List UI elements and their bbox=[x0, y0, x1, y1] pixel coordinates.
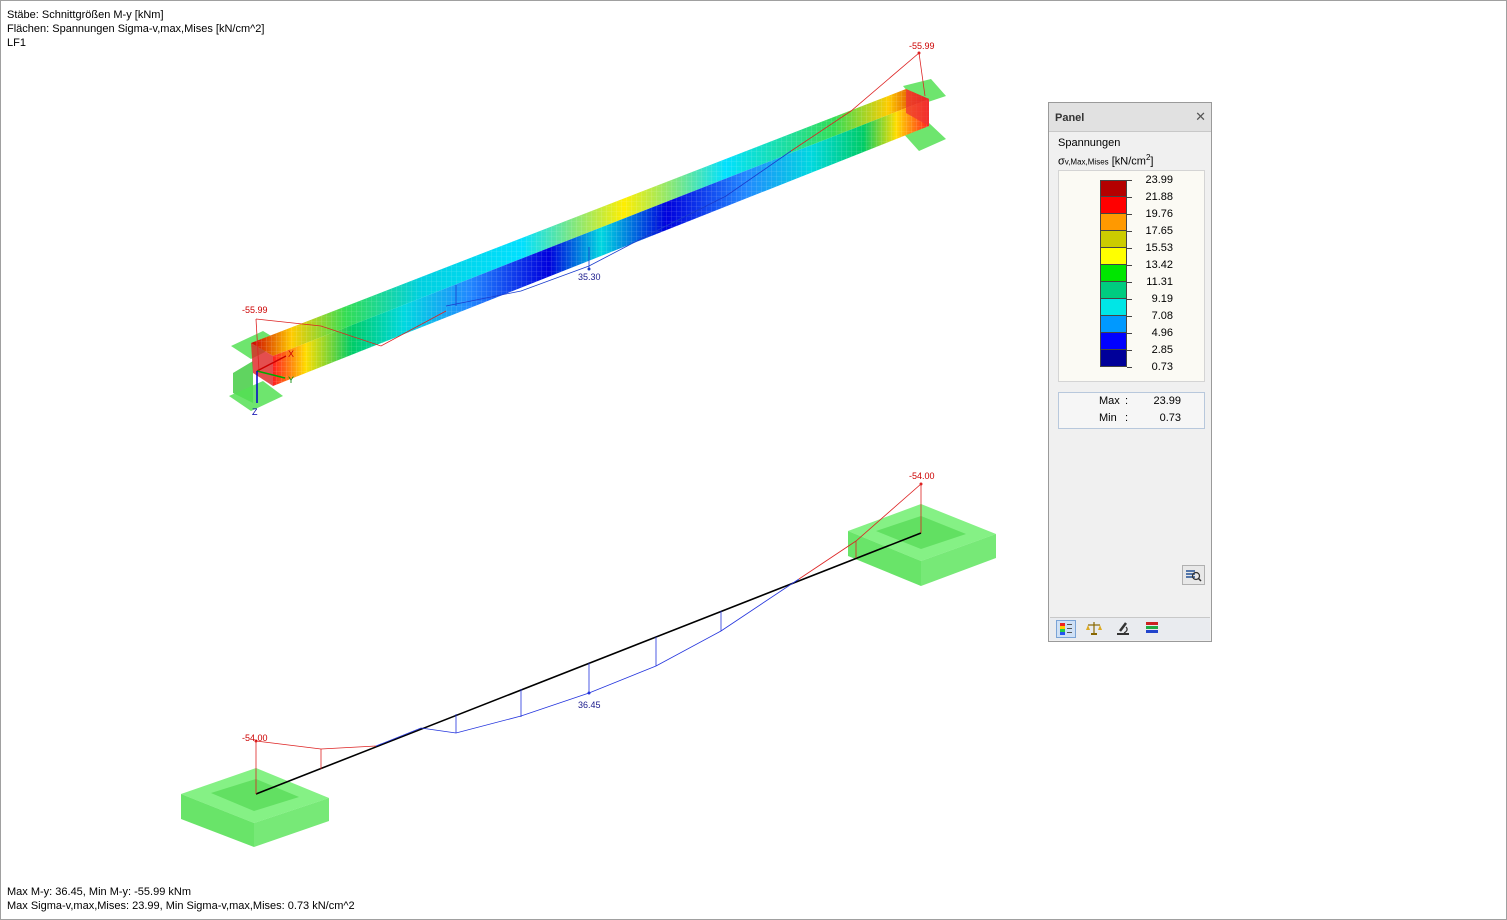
unit-close: ] bbox=[1150, 155, 1154, 168]
microscope-icon bbox=[1117, 622, 1129, 635]
label-bottom-right-moment: -54.00 bbox=[909, 471, 935, 481]
legend-swatch-column bbox=[1100, 180, 1127, 367]
legend-tick bbox=[1127, 214, 1132, 215]
result-info-footer: Max M-y: 36.45, Min M-y: -55.99 kNm Max … bbox=[7, 885, 355, 913]
legend-swatch bbox=[1100, 265, 1127, 282]
axis-y-label: Y bbox=[288, 375, 294, 385]
min-row: Min : 0.73 bbox=[1059, 412, 1206, 429]
balance-icon bbox=[1086, 622, 1102, 635]
sigma-symbol: σ bbox=[1058, 155, 1065, 168]
legend-swatch bbox=[1100, 299, 1127, 316]
min-max-box: Max : 23.99 Min : 0.73 bbox=[1058, 392, 1205, 429]
max-label: Max bbox=[1099, 395, 1120, 407]
layers-button[interactable] bbox=[1143, 620, 1163, 638]
min-colon: : bbox=[1125, 412, 1129, 424]
legend-value: 19.76 bbox=[1145, 208, 1173, 220]
legend-tick bbox=[1127, 299, 1132, 300]
legend-tick bbox=[1127, 248, 1132, 249]
legend-swatch bbox=[1100, 180, 1127, 197]
legend-swatch bbox=[1100, 197, 1127, 214]
info-max-min-stress: Max Sigma-v,max,Mises: 23.99, Min Sigma-… bbox=[7, 900, 355, 912]
balance-button[interactable] bbox=[1085, 620, 1105, 638]
legend-swatch bbox=[1100, 316, 1127, 333]
legend-value: 9.19 bbox=[1151, 293, 1173, 305]
microscope-button[interactable] bbox=[1114, 620, 1134, 638]
panel-unit-label: σv,Max,Mises [kN/cm2] bbox=[1058, 153, 1153, 168]
zoom-legend-button[interactable] bbox=[1182, 565, 1205, 585]
legend-value: 11.31 bbox=[1146, 276, 1173, 288]
legend-value: 7.08 bbox=[1151, 310, 1173, 322]
color-scale-button[interactable] bbox=[1056, 620, 1076, 638]
legend-value: 17.65 bbox=[1145, 225, 1173, 237]
legend-tick bbox=[1127, 367, 1132, 368]
min-value: 0.73 bbox=[1159, 412, 1181, 424]
panel-section-label: Spannungen bbox=[1058, 137, 1121, 149]
max-value: 23.99 bbox=[1153, 395, 1181, 407]
legend-swatch bbox=[1100, 248, 1127, 265]
legend-swatch bbox=[1100, 333, 1127, 350]
info-max-min-moment: Max M-y: 36.45, Min M-y: -55.99 kNm bbox=[7, 886, 191, 898]
legend-value: 4.96 bbox=[1151, 327, 1173, 339]
moment-diagram-red-left bbox=[255, 740, 377, 750]
panel-titlebar[interactable]: Panel ✕ bbox=[1049, 103, 1211, 132]
model-viewport[interactable]: Stäbe: Schnittgrößen M-y [kNm] Flächen: … bbox=[0, 0, 1507, 920]
legend-value: 13.42 bbox=[1145, 259, 1173, 271]
legend-value: 15.53 bbox=[1145, 242, 1173, 254]
legend-swatch bbox=[1100, 350, 1127, 367]
results-panel[interactable]: Panel ✕ Spannungen σv,Max,Mises [kN/cm2]… bbox=[1048, 102, 1212, 642]
color-scale-icon bbox=[1060, 623, 1072, 635]
bottom-line-model[interactable]: -54.00 -54.00 36.45 bbox=[181, 471, 996, 847]
min-label: Min bbox=[1099, 412, 1117, 424]
legend-tick bbox=[1127, 180, 1132, 181]
legend-tick bbox=[1127, 350, 1132, 351]
legend-tick bbox=[1127, 333, 1132, 334]
label-bottom-left-moment: -54.00 bbox=[242, 733, 268, 743]
label-bottom-mid-moment: 36.45 bbox=[578, 700, 601, 710]
magnifier-icon bbox=[1186, 570, 1202, 582]
legend-tick bbox=[1127, 265, 1132, 266]
legend-tick bbox=[1127, 282, 1132, 283]
legend-tick bbox=[1127, 316, 1132, 317]
max-row: Max : 23.99 bbox=[1059, 395, 1206, 412]
label-top-right-moment: -55.99 bbox=[909, 41, 935, 51]
support-left-bottom bbox=[181, 768, 329, 847]
legend-value: 23.99 bbox=[1145, 174, 1173, 186]
legend-value: 21.88 bbox=[1145, 191, 1173, 203]
layers-icon bbox=[1146, 622, 1158, 633]
legend-swatch bbox=[1100, 231, 1127, 248]
legend-swatch bbox=[1100, 214, 1127, 231]
model-scene[interactable]: -55.99 -55.99 35.30 X Y Z -54.00 -54.00 … bbox=[1, 1, 1506, 919]
unit-text: [kN/cm bbox=[1111, 155, 1146, 168]
sigma-subscript: v,Max,Mises bbox=[1064, 157, 1109, 167]
panel-toolbar bbox=[1050, 617, 1210, 640]
max-colon: : bbox=[1125, 395, 1129, 407]
member-line[interactable] bbox=[255, 532, 922, 795]
color-legend: 23.99 21.88 19.76 17.65 15.53 13.42 11.31 9.19 7… bbox=[1058, 170, 1205, 382]
axis-z-label: Z bbox=[252, 407, 258, 417]
panel-title: Panel bbox=[1055, 112, 1085, 124]
legend-swatch bbox=[1100, 282, 1127, 299]
legend-value: 2.85 bbox=[1151, 344, 1173, 356]
label-top-mid-moment: 35.30 bbox=[578, 272, 601, 282]
close-icon[interactable]: ✕ bbox=[1195, 109, 1206, 125]
support-right-bottom bbox=[848, 504, 996, 586]
label-top-left-moment: -55.99 bbox=[242, 305, 268, 315]
axis-x-label: X bbox=[288, 349, 294, 359]
legend-tick bbox=[1127, 231, 1132, 232]
top-beam-model[interactable]: -55.99 -55.99 35.30 X Y Z bbox=[229, 41, 946, 417]
legend-tick bbox=[1127, 197, 1132, 198]
legend-value-bottom: 0.73 bbox=[1151, 361, 1173, 373]
moment-diagram-blue bbox=[375, 578, 800, 747]
